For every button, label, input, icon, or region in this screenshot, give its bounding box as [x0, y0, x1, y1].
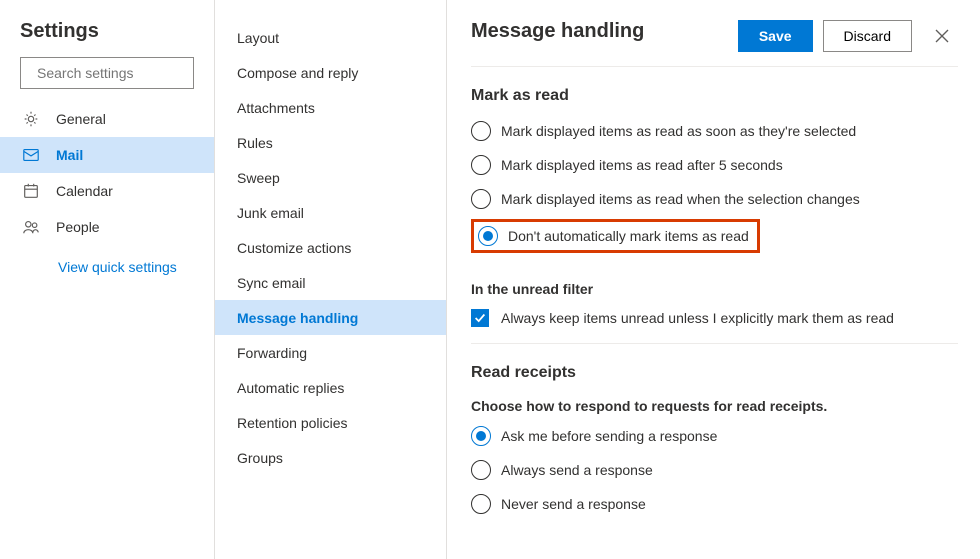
radio-icon [471, 189, 491, 209]
subnav-rules[interactable]: Rules [215, 125, 446, 160]
mail-icon [22, 146, 40, 164]
calendar-icon [22, 182, 40, 200]
subnav-message-handling[interactable]: Message handling [215, 300, 446, 335]
radio-icon [471, 494, 491, 514]
subnav-sync-email[interactable]: Sync email [215, 265, 446, 300]
nav-label: People [56, 219, 100, 235]
settings-left-panel: Settings General Mail Calendar People [0, 0, 215, 559]
radio-label: Mark displayed items as read as soon as … [501, 123, 856, 139]
subnav-sweep[interactable]: Sweep [215, 160, 446, 195]
radio-label: Always send a response [501, 462, 653, 478]
subnav-groups[interactable]: Groups [215, 440, 446, 475]
subnav-layout[interactable]: Layout [215, 20, 446, 55]
nav-calendar[interactable]: Calendar [0, 173, 214, 209]
nav-general[interactable]: General [0, 101, 214, 137]
radio-icon [471, 426, 491, 446]
subnav-customize-actions[interactable]: Customize actions [215, 230, 446, 265]
panel-title: Message handling [471, 20, 738, 43]
people-icon [22, 218, 40, 236]
mail-subnav: Layout Compose and reply Attachments Rul… [215, 0, 447, 559]
save-button[interactable]: Save [738, 20, 813, 52]
nav-mail[interactable]: Mail [0, 137, 214, 173]
subnav-attachments[interactable]: Attachments [215, 90, 446, 125]
read-receipts-title: Read receipts [471, 364, 958, 382]
divider [471, 343, 958, 344]
radio-icon [471, 121, 491, 141]
divider [471, 66, 958, 67]
mark-read-opt-5sec[interactable]: Mark displayed items as read after 5 sec… [471, 155, 958, 175]
radio-icon [478, 226, 498, 246]
unread-filter-title: In the unread filter [471, 281, 958, 297]
checkbox-checked-icon [471, 309, 489, 327]
nav-label: General [56, 111, 106, 127]
search-settings[interactable] [20, 57, 194, 89]
checkbox-label: Always keep items unread unless I explic… [501, 310, 894, 326]
mark-read-opt-selected[interactable]: Mark displayed items as read as soon as … [471, 121, 958, 141]
mark-as-read-title: Mark as read [471, 87, 958, 105]
mark-read-opt-dont-auto[interactable]: Don't automatically mark items as read [478, 226, 749, 246]
gear-icon [22, 110, 40, 128]
subnav-automatic-replies[interactable]: Automatic replies [215, 370, 446, 405]
settings-title: Settings [0, 20, 214, 57]
radio-label: Mark displayed items as read when the se… [501, 191, 860, 207]
message-handling-panel: Message handling Save Discard Mark as re… [447, 0, 980, 559]
nav-label: Calendar [56, 183, 113, 199]
radio-label: Mark displayed items as read after 5 sec… [501, 157, 783, 173]
radio-icon [471, 155, 491, 175]
nav-label: Mail [56, 147, 83, 163]
close-button[interactable] [926, 20, 958, 52]
subnav-junk-email[interactable]: Junk email [215, 195, 446, 230]
radio-label: Don't automatically mark items as read [508, 228, 749, 244]
subnav-retention-policies[interactable]: Retention policies [215, 405, 446, 440]
highlighted-option: Don't automatically mark items as read [471, 219, 760, 253]
view-quick-settings-link[interactable]: View quick settings [0, 245, 214, 275]
subnav-compose-and-reply[interactable]: Compose and reply [215, 55, 446, 90]
discard-button[interactable]: Discard [823, 20, 912, 52]
nav-people[interactable]: People [0, 209, 214, 245]
receipt-opt-never[interactable]: Never send a response [471, 494, 958, 514]
receipt-opt-always[interactable]: Always send a response [471, 460, 958, 480]
radio-label: Never send a response [501, 496, 646, 512]
read-receipts-subtitle: Choose how to respond to requests for re… [471, 398, 958, 414]
mark-read-opt-selection-change[interactable]: Mark displayed items as read when the se… [471, 189, 958, 209]
radio-icon [471, 460, 491, 480]
close-icon [934, 28, 950, 44]
subnav-forwarding[interactable]: Forwarding [215, 335, 446, 370]
search-input[interactable] [37, 65, 218, 81]
unread-filter-checkbox[interactable]: Always keep items unread unless I explic… [471, 309, 958, 327]
receipt-opt-ask[interactable]: Ask me before sending a response [471, 426, 958, 446]
radio-label: Ask me before sending a response [501, 428, 717, 444]
